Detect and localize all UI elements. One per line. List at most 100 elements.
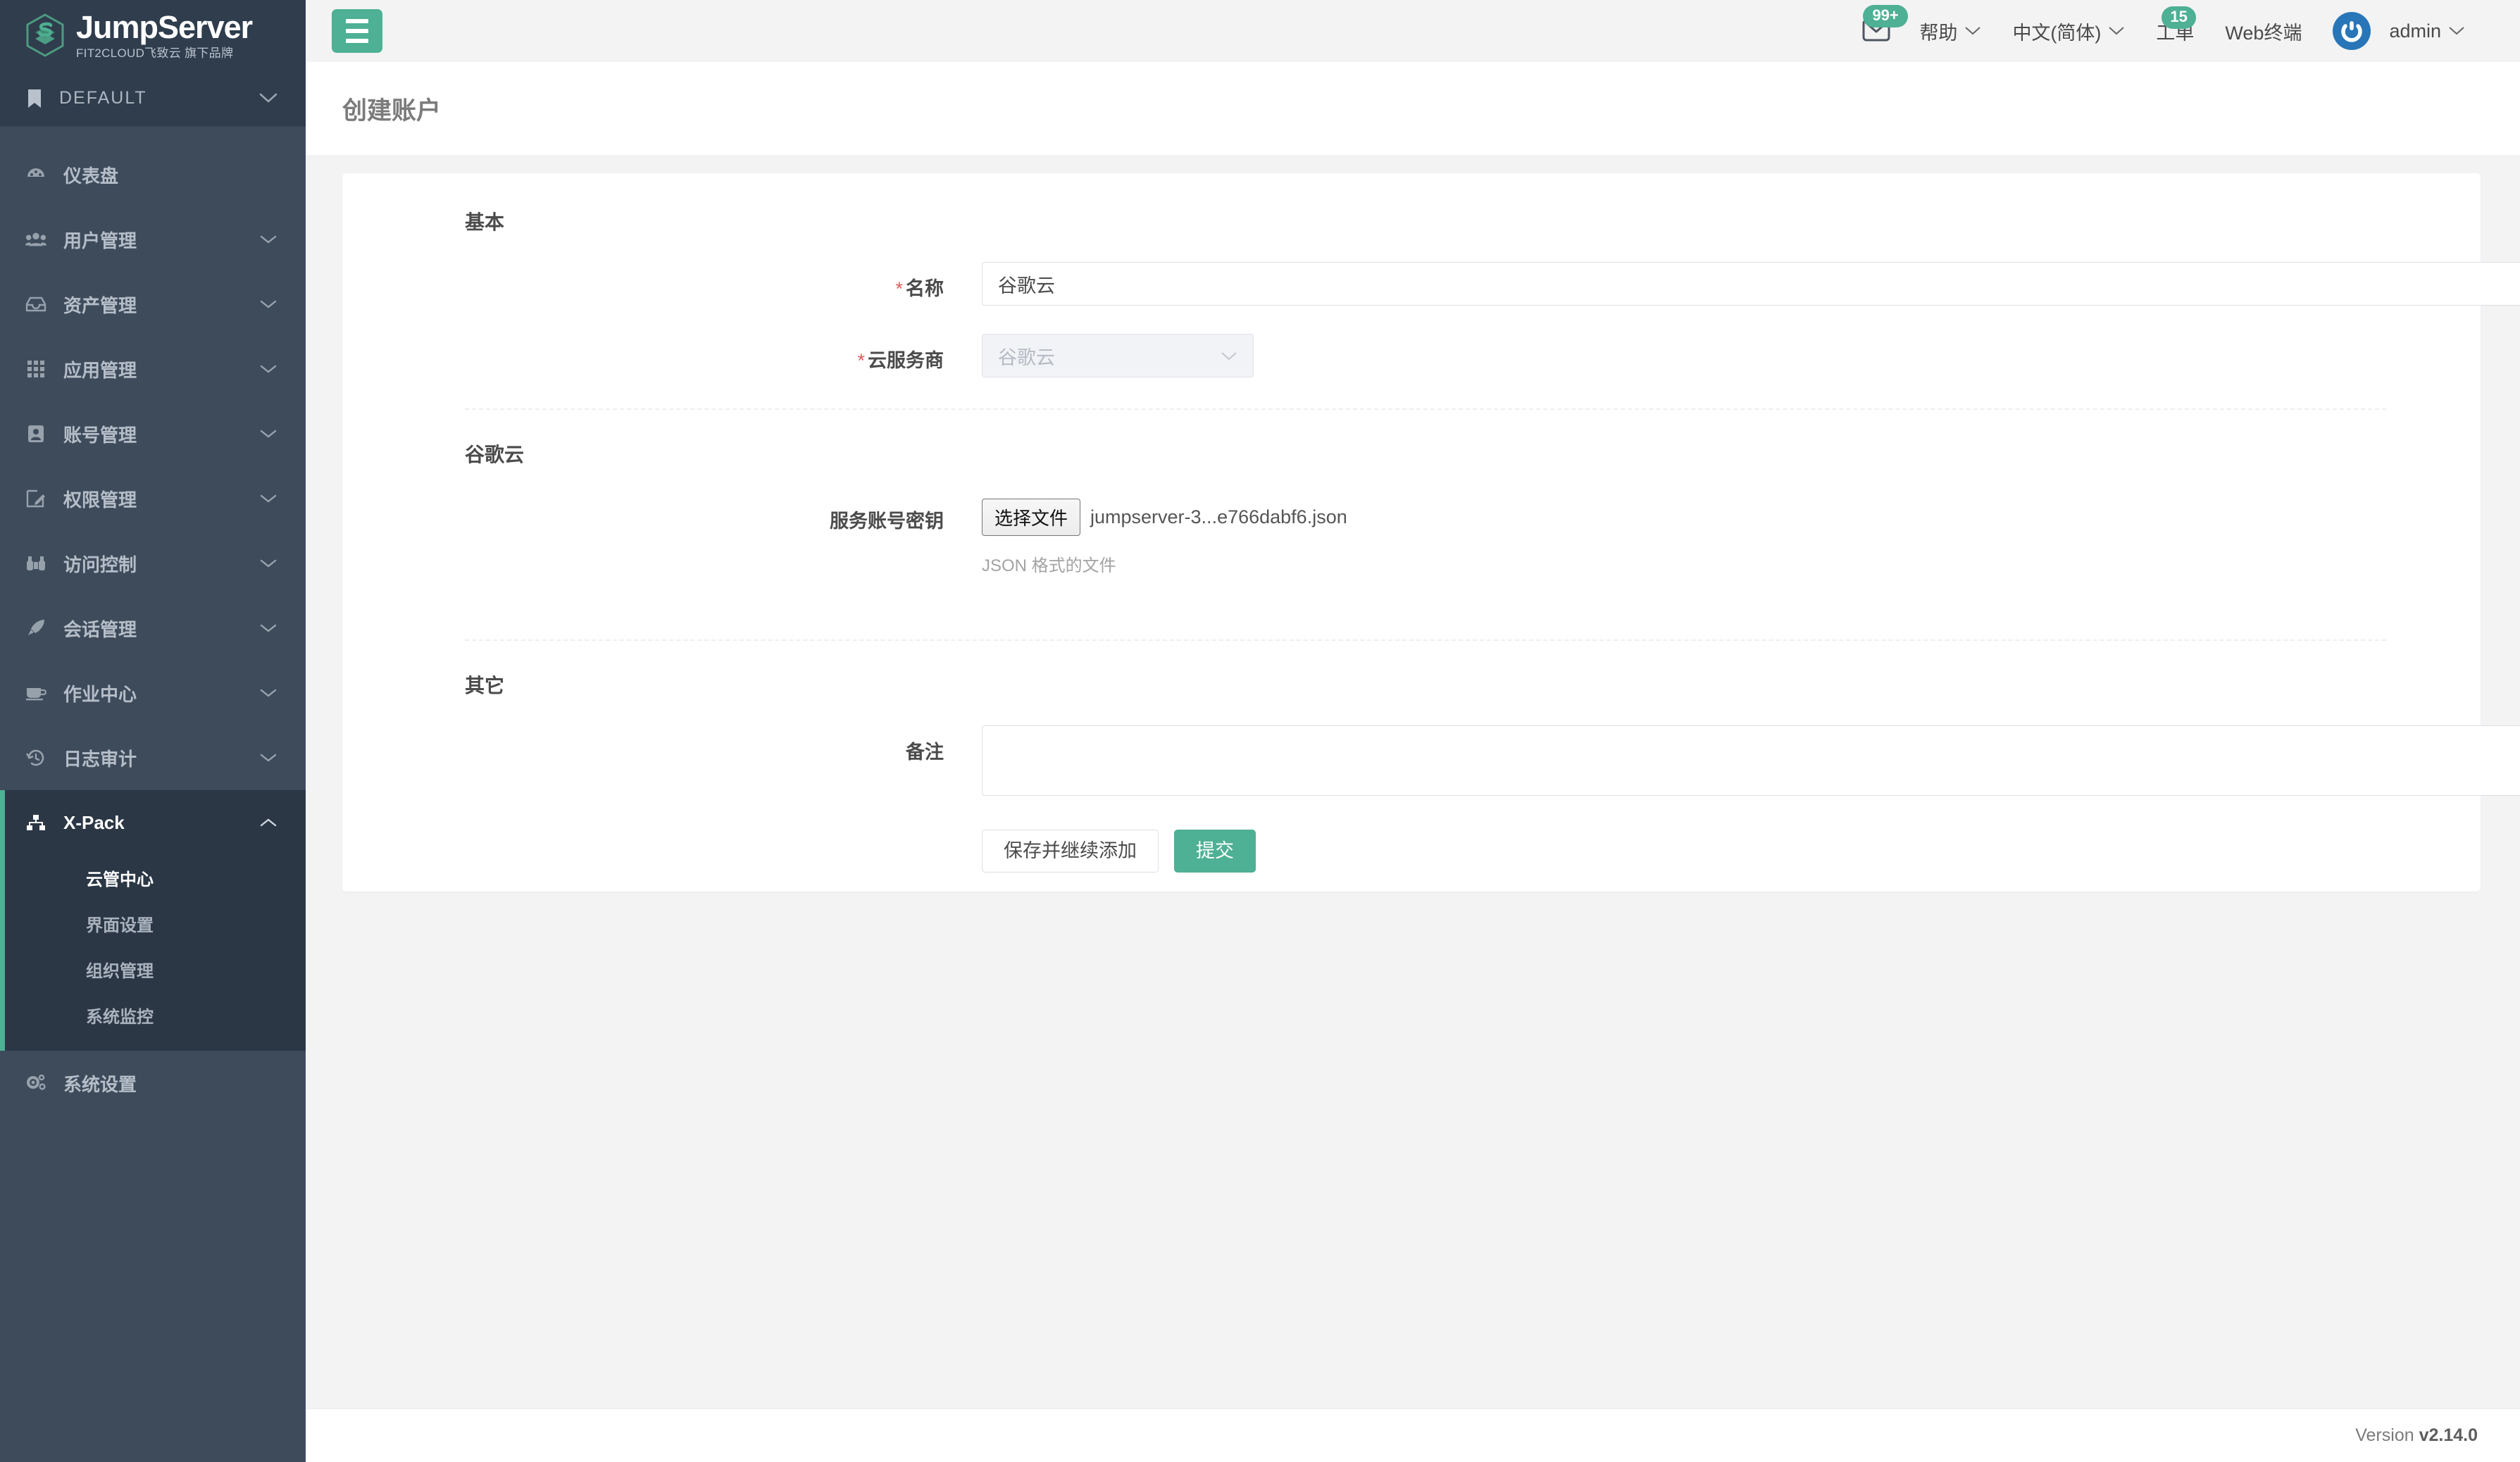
- sidebar-subitem-org-management[interactable]: 组织管理: [0, 946, 306, 992]
- selected-file-name: jumpserver-3...e766dabf6.json: [1090, 506, 1347, 527]
- service-key-field-wrap: 选择文件 jumpserver-3...e766dabf6.json JSON …: [982, 494, 2481, 576]
- chevron-down-icon: [259, 232, 277, 247]
- service-key-field-label: 服务账号密钥: [342, 494, 982, 533]
- page-footer: Version v2.14.0: [306, 1408, 2520, 1462]
- comment-textarea[interactable]: [982, 725, 2520, 796]
- sidebar-subitem-system-monitor[interactable]: 系统监控: [0, 992, 306, 1038]
- field-row-comment: 备注: [342, 725, 2520, 796]
- sidebar-item-log-audit[interactable]: 日志审计: [0, 725, 306, 790]
- chevron-down-icon: [259, 361, 277, 377]
- sidebar-subitem-label: 系统监控: [86, 1008, 154, 1027]
- sidebar-item-session-management[interactable]: 会话管理: [0, 596, 306, 661]
- notifications-button[interactable]: 99+: [1846, 4, 1908, 46]
- chevron-down-icon: [259, 91, 277, 106]
- sidebar-item-system-settings[interactable]: 系统设置: [0, 1051, 306, 1116]
- web-terminal-label: Web终端: [2225, 22, 2302, 44]
- section-title-other: 其它: [465, 675, 505, 696]
- name-field-label: * 名称: [342, 262, 982, 301]
- sidebar-item-xpack[interactable]: X-Pack: [0, 790, 306, 855]
- name-label-text: 名称: [906, 278, 944, 299]
- user-menu[interactable]: admin: [2317, 12, 2481, 50]
- sidebar-item-application-management[interactable]: 应用管理: [0, 337, 306, 401]
- brand-name: JumpServer: [76, 9, 253, 45]
- sidebar-group-spacer: [0, 1038, 306, 1051]
- app-root: JumpServer FIT2CLOUD飞致云 旗下品牌 DEFAULT 仪表盘: [0, 0, 2520, 1462]
- service-key-label-text: 服务账号密钥: [830, 511, 944, 532]
- file-upload-row: 选择文件 jumpserver-3...e766dabf6.json: [982, 494, 2481, 536]
- sidebar-item-label: 应用管理: [63, 359, 137, 381]
- inbox-icon: [25, 296, 46, 313]
- sidebar-item-permission-management[interactable]: 权限管理: [0, 466, 306, 531]
- hamburger-icon-bar: [346, 29, 368, 33]
- hamburger-icon-bar: [346, 39, 368, 43]
- service-key-help-text: JSON 格式的文件: [982, 556, 1116, 575]
- sidebar-item-account-management[interactable]: 账号管理: [0, 401, 306, 466]
- submit-button[interactable]: 提交: [1174, 830, 1256, 873]
- form-actions-row: 保存并继续添加 提交: [342, 824, 2481, 873]
- sitemap-icon: [25, 814, 46, 831]
- org-selector[interactable]: DEFAULT: [0, 70, 306, 127]
- field-row-service-key: 服务账号密钥 选择文件 jumpserver-3...e766dabf6.jso…: [342, 494, 2481, 576]
- provider-select-value: 谷歌云: [998, 346, 1055, 368]
- coffee-icon: [25, 685, 46, 701]
- sidebar-item-access-control[interactable]: 访问控制: [0, 531, 306, 596]
- power-avatar-icon: [2341, 21, 2363, 42]
- top-header: 99+ 帮助 中文(简体) 15 工单 Web终端 admin: [306, 0, 2520, 62]
- ticket-button[interactable]: 15 工单: [2140, 6, 2209, 45]
- sidebar-item-label: 会话管理: [63, 618, 137, 640]
- required-asterisk: *: [895, 278, 903, 299]
- sidebar-nav: 仪表盘 用户管理 资产管理 应用管理 账号管理 权限管理 访问控制 会话管理 作…: [0, 127, 306, 1116]
- sidebar-group-xpack: X-Pack 云管中心 界面设置 组织管理 系统监控: [0, 790, 306, 1051]
- choose-file-button[interactable]: 选择文件: [982, 499, 1081, 536]
- binoculars-icon: [25, 555, 46, 572]
- sidebar-subitem-interface-settings[interactable]: 界面设置: [0, 901, 306, 946]
- name-input[interactable]: [982, 262, 2520, 306]
- avatar: [2333, 12, 2371, 50]
- sidebar-subitem-label: 云管中心: [86, 870, 154, 889]
- version-text: Version v2.14.0: [2355, 1425, 2478, 1446]
- chevron-down-icon: [259, 296, 277, 312]
- chevron-down-icon: [259, 620, 277, 636]
- menu-toggle-button[interactable]: [332, 9, 382, 53]
- actions-wrap: 保存并继续添加 提交: [982, 824, 2481, 873]
- comment-field-label: 备注: [342, 725, 982, 764]
- sidebar-subitem-label: 界面设置: [86, 916, 154, 935]
- sidebar-item-label: 用户管理: [63, 230, 137, 251]
- sidebar-subitem-cloud-center[interactable]: 云管中心: [0, 855, 306, 901]
- sidebar-item-label: 日志审计: [63, 748, 137, 770]
- dashboard-icon: [25, 166, 46, 183]
- help-label: 帮助: [1919, 22, 1958, 44]
- brand-logo-block[interactable]: JumpServer FIT2CLOUD飞致云 旗下品牌: [0, 0, 306, 70]
- chevron-down-icon: [259, 426, 277, 442]
- rocket-icon: [25, 618, 46, 638]
- sidebar-item-label: 权限管理: [63, 489, 137, 511]
- gears-icon: [25, 1074, 46, 1092]
- help-menu[interactable]: 帮助: [1904, 18, 1997, 45]
- chevron-down-icon: [1964, 23, 1981, 39]
- sidebar-item-asset-management[interactable]: 资产管理: [0, 272, 306, 337]
- edit-square-icon: [25, 489, 46, 508]
- sidebar-item-job-center[interactable]: 作业中心: [0, 661, 306, 725]
- sidebar-item-user-management[interactable]: 用户管理: [0, 207, 306, 272]
- language-menu[interactable]: 中文(简体): [1997, 18, 2140, 45]
- comment-label-text: 备注: [906, 742, 944, 763]
- chevron-down-icon: [1221, 346, 1237, 365]
- sidebar-item-label: 作业中心: [63, 683, 137, 705]
- ticket-badge: 15: [2162, 6, 2196, 29]
- language-label: 中文(简体): [2012, 22, 2102, 44]
- org-label: DEFAULT: [59, 88, 147, 108]
- version-prefix: Version: [2355, 1425, 2414, 1445]
- section-title-gcp: 谷歌云: [465, 444, 525, 466]
- chevron-down-icon: [259, 556, 277, 571]
- button-row: 保存并继续添加 提交: [982, 824, 2481, 873]
- chevron-up-icon: [259, 815, 277, 830]
- envelope-icon: [1861, 19, 1891, 46]
- id-card-icon: [25, 425, 46, 443]
- sidebar-item-dashboard[interactable]: 仪表盘: [0, 142, 306, 207]
- bookmark-icon: [25, 89, 44, 108]
- grid-icon: [25, 360, 46, 378]
- web-terminal-button[interactable]: Web终端: [2209, 18, 2317, 45]
- version-number: v2.14.0: [2419, 1425, 2478, 1445]
- provider-select[interactable]: 谷歌云: [982, 334, 1254, 377]
- save-and-continue-button[interactable]: 保存并继续添加: [982, 830, 1159, 873]
